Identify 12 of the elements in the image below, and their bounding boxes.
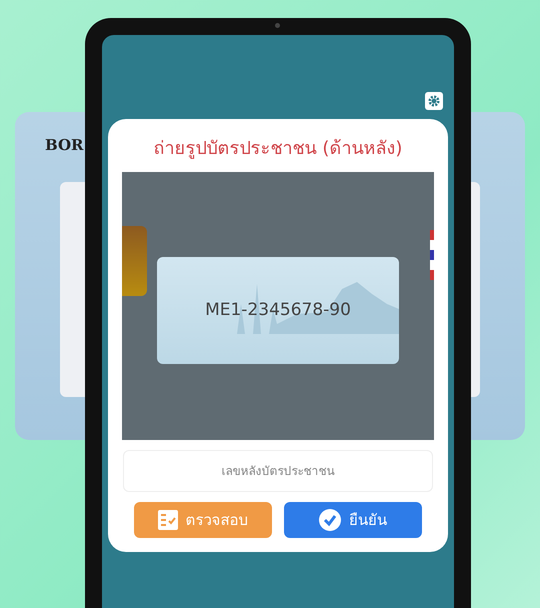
dialog-title: ถ่ายรูปบัตรประชาชน (ด้านหลัง) [154, 137, 402, 161]
confirm-button[interactable]: ยืนยัน [284, 502, 422, 538]
check-button[interactable]: ตรวจสอบ [134, 502, 272, 538]
card-edge [122, 226, 147, 296]
checkmark-icon [319, 509, 341, 531]
settings-icon[interactable] [425, 92, 443, 110]
card-number: ME1-2345678-90 [205, 300, 351, 320]
checklist-icon [158, 510, 178, 530]
camera-dot [275, 23, 280, 28]
flag-strip [430, 230, 434, 280]
card-title: BOR [45, 136, 84, 154]
card-number-field[interactable]: เลขหลังบัตรประชาชน [123, 450, 433, 492]
